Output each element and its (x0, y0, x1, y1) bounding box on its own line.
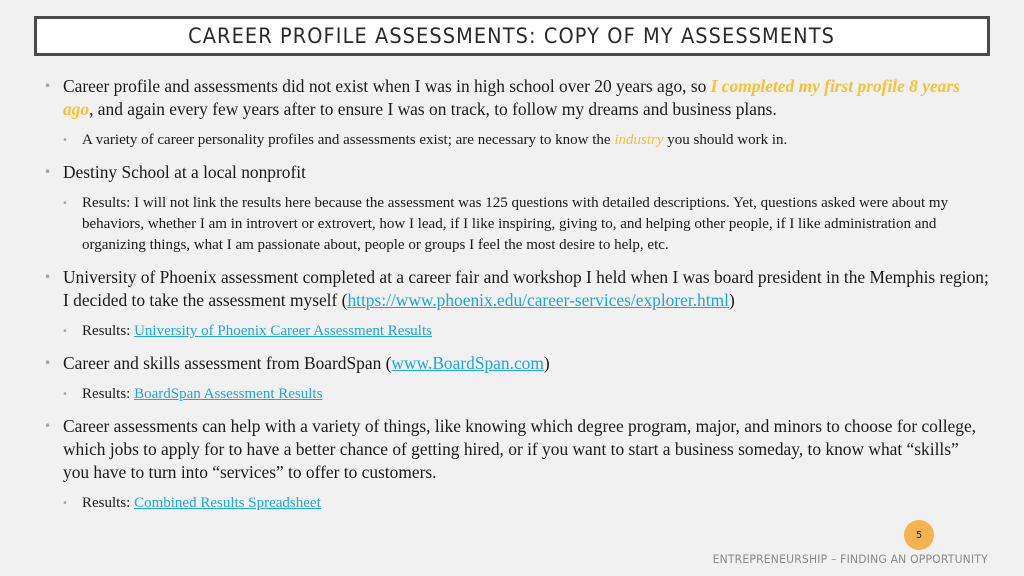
bullet-icon: • (62, 498, 68, 509)
slide-title-box: CAREER PROFILE ASSESSMENTS: COPY OF MY A… (34, 16, 990, 56)
boardspan-results-link[interactable]: BoardSpan Assessment Results (134, 386, 322, 402)
bullet-phoenix: • University of Phoenix assessment compl… (44, 267, 989, 310)
sub-bullet-boardspan-results: • Results: BoardSpan Assessment Results (44, 384, 989, 405)
slide-content: • Career profile and assessments did not… (44, 75, 989, 524)
bullet-icon: • (44, 270, 52, 284)
bullet-career-assessments-help: • Career assessments can help with a var… (44, 416, 977, 482)
bullet-boardspan: • Career and skills assessment from Boar… (44, 353, 550, 373)
page-number-badge: 5 (904, 520, 934, 550)
bullet-icon: • (62, 326, 68, 337)
bullet-destiny-school: • Destiny School at a local nonprofit (44, 162, 306, 182)
slide-footer: ENTREPRENEURSHIP – FINDING AN OPPORTUNIT… (712, 552, 988, 566)
sub-bullet-combined-results: • Results: Combined Results Spreadsheet (44, 493, 989, 514)
page-number: 5 (915, 529, 923, 541)
combined-results-link[interactable]: Combined Results Spreadsheet (134, 495, 321, 511)
phoenix-explorer-link[interactable]: https://www.phoenix.edu/career-services/… (347, 290, 728, 310)
sub-bullet-destiny-results: • Results: I will not link the results h… (62, 195, 949, 253)
bullet-icon: • (44, 165, 52, 179)
highlight-industry: industry (614, 132, 664, 148)
phoenix-results-link[interactable]: University of Phoenix Career Assessment … (134, 323, 432, 339)
bullet-icon: • (62, 198, 68, 209)
bullet-icon: • (44, 419, 52, 433)
bullet-first-profile: • Career profile and assessments did not… (44, 76, 960, 119)
boardspan-link[interactable]: www.BoardSpan.com (391, 353, 543, 373)
bullet-icon: • (44, 79, 52, 93)
sub-bullet-variety: • A variety of career personality profil… (44, 130, 989, 151)
bullet-icon: • (62, 135, 68, 146)
bullet-icon: • (62, 389, 68, 400)
slide-title: CAREER PROFILE ASSESSMENTS: COPY OF MY A… (188, 24, 836, 48)
sub-bullet-phoenix-results: • Results: University of Phoenix Career … (44, 321, 989, 342)
bullet-icon: • (44, 356, 52, 370)
